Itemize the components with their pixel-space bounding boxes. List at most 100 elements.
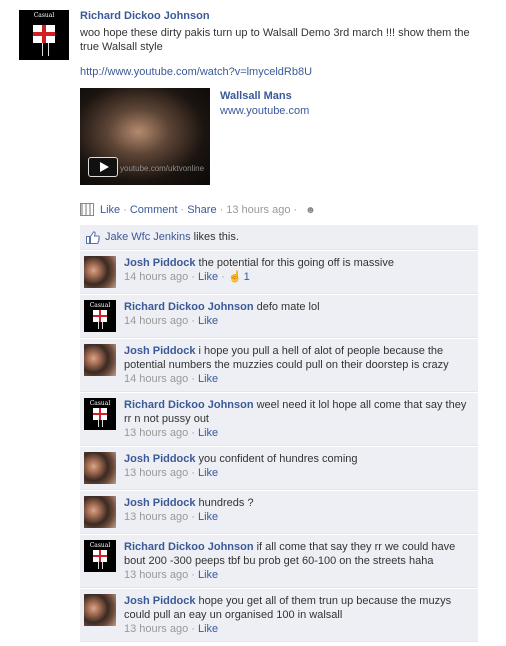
comment-timestamp[interactable]: 13 hours ago [124,467,188,479]
comment-like-link[interactable]: Like [198,427,218,439]
commenter-avatar[interactable] [84,496,116,528]
avatar-logo-text: Casual [89,302,111,309]
comment-timestamp[interactable]: 13 hours ago [124,427,188,439]
england-flag-icon [33,25,55,43]
avatar-logo-text: Casual [89,400,111,407]
commenter-name[interactable]: Josh Piddock [124,345,196,357]
comment-item: Casual Richard Dickoo Johnson defo mate lo… [80,294,478,338]
separator: · [188,569,198,581]
commenter-name[interactable]: Richard Dickoo Johnson [124,301,254,313]
comment-meta: 13 hours ago · Like [124,466,474,480]
post-author-name[interactable]: Richard Dickoo Johnson [80,10,490,22]
comment-timestamp[interactable]: 13 hours ago [124,569,188,581]
separator: · [188,271,198,283]
commenter-name[interactable]: Josh Piddock [124,257,196,269]
comment-meta: 13 hours ago · Like [124,622,474,636]
comment-timestamp[interactable]: 13 hours ago [124,511,188,523]
commenter-name[interactable]: Richard Dickoo Johnson [124,541,254,553]
separator: · [188,373,198,385]
avatar-figure [98,419,103,427]
comment-meta: 13 hours ago · Like [124,426,474,440]
post-text: woo hope these dirty pakis turn up to Wa… [80,27,470,53]
comment-body: Josh Piddock the potential for this going… [124,256,474,288]
comment-item: Casual Richard Dickoo Johnson if all come … [80,534,478,588]
feedback-box: Jake Wfc Jenkins likes this. Josh Piddoc… [80,225,478,642]
post-timestamp[interactable]: 13 hours ago [226,204,290,216]
comment-body: Josh Piddock you confident of hundres com… [124,452,474,484]
comment-meta: 14 hours ago · Like [124,314,474,328]
likes-suffix: likes this. [193,231,239,243]
separator: · [180,203,185,216]
separator: · [293,203,298,216]
comment-meta: 14 hours ago · Like [124,372,474,386]
comment-timestamp[interactable]: 14 hours ago [124,271,188,283]
commenter-avatar[interactable] [84,344,116,376]
avatar-logo-text: Casual [33,12,55,19]
commenter-avatar[interactable] [84,256,116,288]
privacy-friends-icon[interactable]: ☻ [305,205,317,216]
separator: · [218,271,228,283]
comment-meta: 13 hours ago · Like [124,568,474,582]
comment-text: defo mate lol [256,301,320,313]
comment-like-link[interactable]: Like [198,569,218,581]
separator: · [123,203,127,216]
video-thumbnail[interactable]: youtube.com/uktvonline [80,88,210,185]
separator: · [188,427,198,439]
comment-item: Josh Piddock i hope you pull a hell of al… [80,338,478,392]
play-icon[interactable] [88,157,118,177]
like-link[interactable]: Like [100,204,120,216]
video-type-icon [80,203,94,216]
separator: · [188,623,198,635]
commenter-name[interactable]: Josh Piddock [124,453,196,465]
shared-video-title[interactable]: Wallsall Mans [220,90,292,102]
post-author-avatar[interactable]: Casual [19,10,69,60]
comment-body: Richard Dickoo Johnson if all come that s… [124,540,474,582]
commenter-name[interactable]: Josh Piddock [124,497,196,509]
commenter-avatar[interactable]: Casual [84,540,116,572]
post-link[interactable]: http://www.youtube.com/watch?v=lmyceldRb… [80,66,490,78]
comment-timestamp[interactable]: 14 hours ago [124,373,188,385]
commenter-name[interactable]: Josh Piddock [124,595,196,607]
separator: · [188,511,198,523]
avatar-figure [42,43,49,56]
comment-timestamp[interactable]: 13 hours ago [124,623,188,635]
separator: · [188,315,198,327]
comment-like-link[interactable]: Like [198,373,218,385]
commenter-avatar[interactable]: Casual [84,300,116,332]
post-body: Richard Dickoo Johnson woo hope these di… [80,10,490,186]
comment-like-link[interactable]: Like [198,315,218,327]
comment-link[interactable]: Comment [130,204,178,216]
comment-body: Richard Dickoo Johnson weel need it lol h… [124,398,474,440]
separator: · [188,467,198,479]
shared-video[interactable]: youtube.com/uktvonline Wallsall Mans www… [80,88,490,186]
comment-like-count[interactable]: ☝ 1 [228,271,250,283]
separator: · [219,203,224,216]
avatar-figure [98,561,103,569]
thumbs-up-icon: ☝ [227,271,242,283]
video-watermark: youtube.com/uktvonline [120,164,205,173]
comment-timestamp[interactable]: 14 hours ago [124,315,188,327]
comment-item: Josh Piddock hundreds ? 13 hours ago · Lik… [80,490,478,534]
commenter-avatar[interactable] [84,452,116,484]
comment-body: Josh Piddock i hope you pull a hell of al… [124,344,474,386]
comment-meta: 14 hours ago · Like · ☝ 1 [124,270,474,284]
comment-like-link[interactable]: Like [198,467,218,479]
comment-body: Josh Piddock hundreds ? 13 hours ago · Lik… [124,496,474,528]
thumbs-up-icon [86,230,100,244]
comment-like-link[interactable]: Like [198,511,218,523]
commenter-avatar[interactable]: Casual [84,398,116,430]
commenter-name[interactable]: Richard Dickoo Johnson [124,399,254,411]
post-actions: Like · Comment · Share · 13 hours ago · … [80,203,317,216]
share-link[interactable]: Share [187,204,216,216]
shared-video-domain: www.youtube.com [220,105,310,117]
comment-item: Josh Piddock the potential for this going… [80,250,478,294]
like-count-number: 1 [243,271,250,283]
commenter-avatar[interactable] [84,594,116,626]
comment-body: Josh Piddock hope you get all of them tru… [124,594,474,636]
comment-text: the potential for this going off is mass… [198,257,394,269]
avatar-logo-text: Casual [89,542,111,549]
comment-like-link[interactable]: Like [198,623,218,635]
comment-text: you confident of hundres coming [198,453,358,465]
liker-name[interactable]: Jake Wfc Jenkins [105,231,191,243]
comment-like-link[interactable]: Like [198,271,218,283]
